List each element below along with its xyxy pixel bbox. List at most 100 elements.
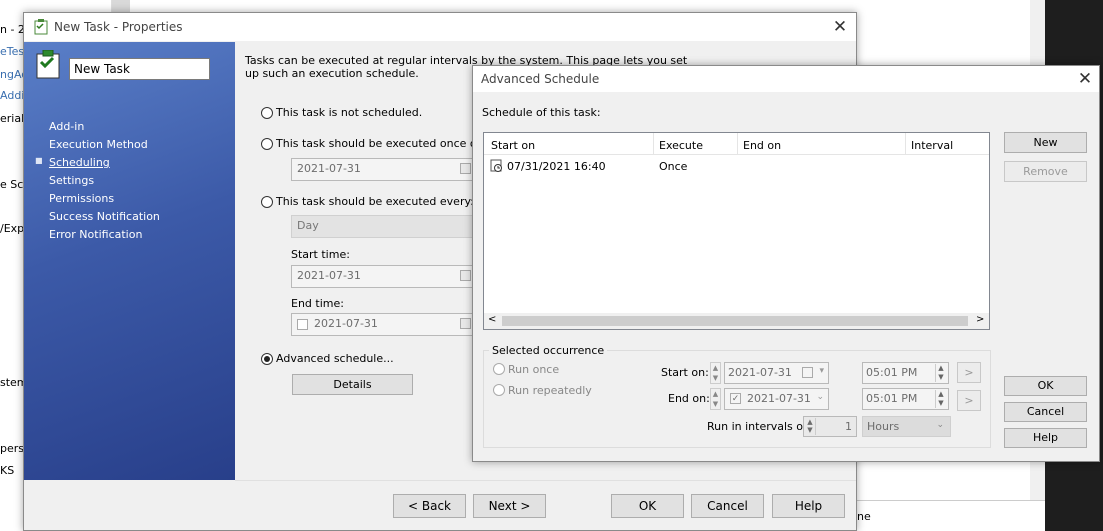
- close-icon[interactable]: ✕: [830, 17, 850, 37]
- close-icon[interactable]: ✕: [1075, 69, 1095, 89]
- start-spinner[interactable]: ▲ ▼: [710, 362, 721, 384]
- label-once: This task should be executed once on:: [276, 137, 488, 150]
- nav-list: Add-in Execution Method Scheduling Setti…: [49, 118, 160, 244]
- end-spinner[interactable]: ▲ ▼: [710, 388, 721, 410]
- scroll-right-icon[interactable]: >: [976, 314, 984, 325]
- column-interval[interactable]: Interval: [911, 139, 953, 152]
- cancel-button[interactable]: Cancel: [691, 494, 764, 518]
- start-on-label: Start on:: [661, 366, 709, 379]
- interval-unit: Hours: [867, 420, 900, 433]
- task-large-icon: [36, 50, 60, 79]
- bg-text: Addi: [0, 89, 25, 102]
- every-unit: Day: [297, 219, 319, 232]
- schedule-label: Schedule of this task:: [482, 106, 601, 119]
- label-advanced: Advanced schedule...: [276, 352, 394, 365]
- schedule-list[interactable]: Start on Execute End on Interval 07/31/2…: [483, 132, 990, 330]
- list-header: Start on Execute End on Interval: [484, 133, 989, 155]
- group-label: Selected occurrence: [489, 344, 608, 357]
- nav-item-error-notification[interactable]: Error Notification: [49, 226, 160, 244]
- start-more-button[interactable]: >: [957, 362, 981, 383]
- once-date: 2021-07-31: [297, 162, 361, 175]
- window-title: New Task - Properties: [54, 20, 183, 34]
- end-more-button[interactable]: >: [957, 390, 981, 411]
- bg-text: pers: [0, 442, 25, 455]
- dialog-cancel-button[interactable]: Cancel: [1004, 402, 1087, 422]
- start-time-field[interactable]: 05:01 PM ▲ ▼: [862, 362, 949, 384]
- time-spinner[interactable]: ▲ ▼: [935, 390, 946, 408]
- task-name-input[interactable]: New Task: [69, 58, 210, 80]
- end-time: 05:01 PM: [866, 392, 918, 405]
- column-divider: [653, 133, 654, 155]
- end-time-field[interactable]: 2021-07-31: [291, 313, 476, 336]
- interval-value: 1: [845, 420, 852, 433]
- bg-text: /Exp: [0, 222, 25, 235]
- end-time-checkbox[interactable]: [297, 319, 308, 330]
- end-date-checkbox[interactable]: ✓: [730, 393, 741, 404]
- nav-item-settings[interactable]: Settings: [49, 172, 160, 190]
- new-button[interactable]: New: [1004, 132, 1087, 153]
- scroll-left-icon[interactable]: <: [488, 314, 496, 325]
- radio-run-once[interactable]: [493, 363, 505, 375]
- column-start-on[interactable]: Start on: [491, 139, 535, 152]
- dialog-help-button[interactable]: Help: [1004, 428, 1087, 448]
- start-time: 05:01 PM: [866, 366, 918, 379]
- nav-item-execution-method[interactable]: Execution Method: [49, 136, 160, 154]
- nav-item-permissions[interactable]: Permissions: [49, 190, 160, 208]
- start-time-field[interactable]: 2021-07-31: [291, 265, 476, 288]
- schedule-item-icon: [490, 159, 502, 172]
- label-run-repeatedly: Run repeatedly: [508, 384, 592, 397]
- radio-run-repeatedly[interactable]: [493, 384, 505, 396]
- interval-label: Run in intervals of:: [707, 420, 811, 433]
- ok-button[interactable]: OK: [611, 494, 684, 518]
- help-button[interactable]: Help: [772, 494, 845, 518]
- nav-item-scheduling[interactable]: Scheduling: [49, 154, 160, 172]
- start-time-label: Start time:: [291, 248, 350, 261]
- remove-button[interactable]: Remove: [1004, 161, 1087, 182]
- column-execute[interactable]: Execute: [659, 139, 703, 152]
- dropdown-icon: ⌄: [936, 420, 944, 430]
- dialog-titlebar: Advanced Schedule ✕: [473, 66, 1099, 92]
- nav-item-add-in[interactable]: Add-in: [49, 118, 160, 136]
- interval-unit-select[interactable]: Hours ⌄: [862, 416, 951, 437]
- radio-advanced[interactable]: [261, 353, 273, 365]
- every-unit-select[interactable]: Day: [291, 215, 476, 238]
- once-date-field[interactable]: 2021-07-31: [291, 158, 476, 181]
- end-on-label: End on:: [668, 392, 710, 405]
- interval-field[interactable]: ▲ ▼ 1: [803, 416, 857, 437]
- nav-panel: New Task Add-in Execution Method Schedul…: [24, 42, 235, 480]
- end-date: 2021-07-31: [747, 392, 811, 405]
- table-row[interactable]: 07/31/2021 16:40 Once: [484, 157, 989, 175]
- selected-bullet-icon: ■: [35, 156, 43, 165]
- radio-not-scheduled[interactable]: [261, 107, 273, 119]
- end-date-field[interactable]: ✓ 2021-07-31 ⌄: [724, 388, 829, 410]
- calendar-icon: [460, 270, 471, 281]
- details-button[interactable]: Details: [292, 374, 413, 395]
- advanced-schedule-dialog: Advanced Schedule ✕ Schedule of this tas…: [472, 65, 1100, 462]
- end-time-field[interactable]: 05:01 PM ▲ ▼: [862, 388, 949, 410]
- end-time: 2021-07-31: [314, 317, 378, 330]
- calendar-icon: [802, 367, 813, 378]
- titlebar: New Task - Properties ✕: [24, 13, 856, 41]
- calendar-icon: [460, 318, 471, 329]
- bg-text: KS: [0, 464, 15, 477]
- column-divider: [737, 133, 738, 155]
- bg-text: ne: [857, 510, 871, 523]
- next-button[interactable]: Next >: [473, 494, 546, 518]
- start-date-field[interactable]: 2021-07-31 ▾: [724, 362, 829, 384]
- interval-spinner[interactable]: ▲ ▼: [805, 418, 816, 435]
- radio-once[interactable]: [261, 138, 273, 150]
- time-spinner[interactable]: ▲ ▼: [935, 364, 946, 382]
- horizontal-scrollbar[interactable]: < >: [484, 313, 989, 329]
- column-end-on[interactable]: End on: [743, 139, 781, 152]
- start-date: 2021-07-31: [728, 366, 792, 379]
- scroll-thumb[interactable]: [502, 316, 968, 326]
- task-icon: [34, 19, 48, 35]
- dialog-ok-button[interactable]: OK: [1004, 376, 1087, 396]
- back-button[interactable]: < Back: [393, 494, 466, 518]
- row-execute: Once: [659, 160, 688, 173]
- background-bottom-panel: ne: [855, 500, 1045, 531]
- label-every: This task should be executed every:: [276, 195, 474, 208]
- radio-every[interactable]: [261, 196, 273, 208]
- start-time: 2021-07-31: [297, 269, 361, 282]
- nav-item-success-notification[interactable]: Success Notification: [49, 208, 160, 226]
